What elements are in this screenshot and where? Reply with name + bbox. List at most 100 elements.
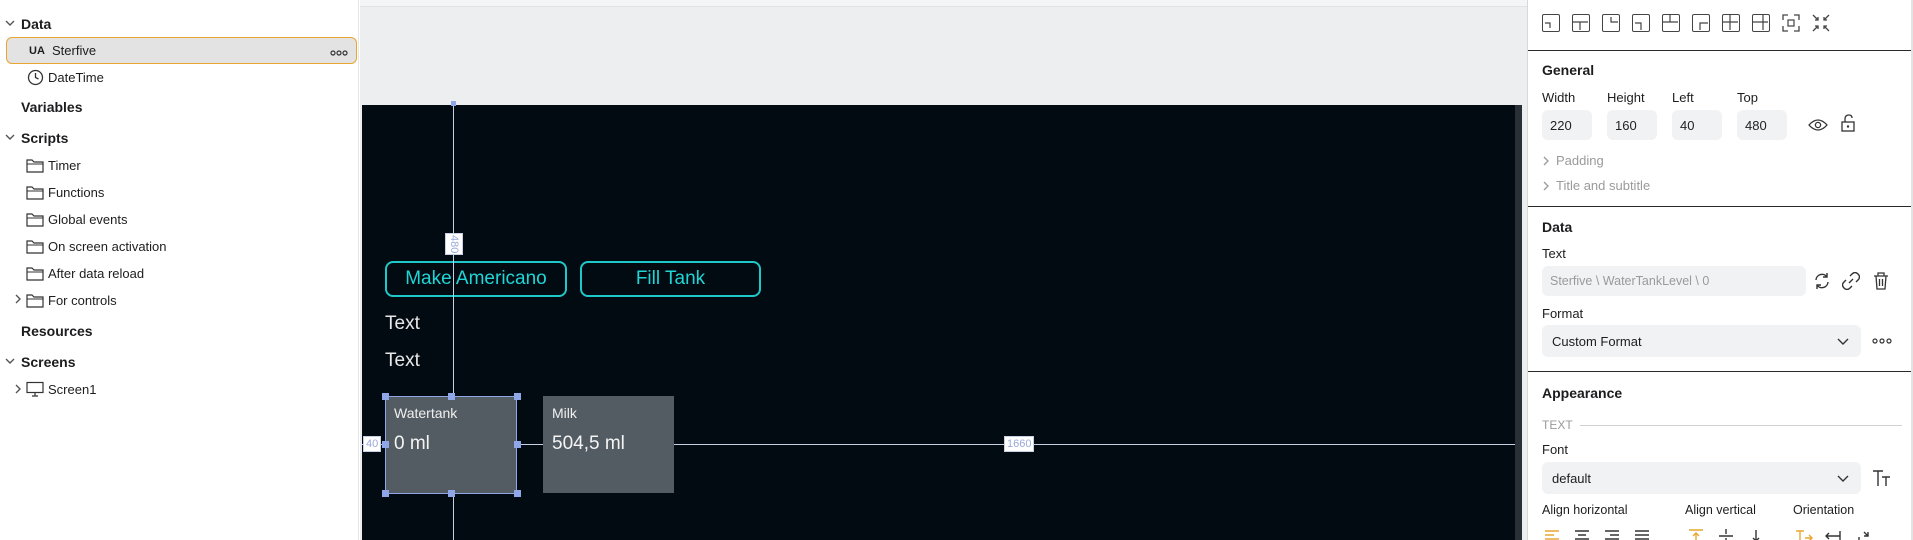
tree-item-label: DateTime [48, 69, 104, 85]
hmi-screen[interactable]: Make Americano Fill Tank Text Text 480 W… [362, 105, 1522, 540]
eye-icon[interactable] [1808, 115, 1828, 135]
screen-scrollbar[interactable] [1515, 105, 1522, 540]
align-bottom-center-icon[interactable] [1752, 14, 1770, 32]
font-select[interactable]: default [1542, 462, 1861, 494]
folder-icon [26, 156, 44, 174]
more-options-icon[interactable] [1872, 331, 1892, 351]
chevron-right-icon [1543, 181, 1549, 190]
guide-anchor [451, 101, 456, 106]
chevron-right-icon[interactable] [13, 384, 23, 397]
tree-section-resources[interactable]: Resources [0, 320, 93, 342]
chevron-down-icon[interactable] [0, 356, 20, 369]
resize-handle[interactable] [448, 393, 455, 400]
tree-section-label: Scripts [21, 130, 69, 146]
font-value: default [1552, 470, 1592, 486]
more-options-icon[interactable] [330, 44, 348, 60]
resize-handle[interactable] [382, 490, 389, 497]
orientation-rotated-icon[interactable] [1824, 526, 1844, 540]
expand-icon[interactable] [1782, 14, 1800, 32]
text-binding-input[interactable]: Sterfive \ WaterTankLevel \ 0 [1542, 266, 1806, 296]
tree-section-variables[interactable]: Variables [0, 96, 83, 118]
clock-icon [26, 68, 44, 86]
tree-item-global-events[interactable]: Global events [26, 208, 128, 230]
resize-handle[interactable] [514, 393, 521, 400]
chevron-down-icon [1837, 471, 1849, 486]
folder-icon [26, 264, 44, 282]
chevron-right-icon[interactable] [13, 294, 23, 307]
resize-handle[interactable] [382, 441, 389, 448]
make-americano-button[interactable]: Make Americano [385, 261, 567, 297]
tree-section-label: Variables [21, 99, 83, 115]
orientation-up-icon[interactable] [1854, 526, 1874, 540]
font-label: Font [1542, 442, 1569, 457]
unlock-icon[interactable] [1838, 113, 1858, 133]
divider [1528, 371, 1913, 372]
left-input[interactable]: 40 [1672, 110, 1722, 140]
format-select[interactable]: Custom Format [1542, 325, 1861, 357]
align-middle-icon[interactable] [1662, 14, 1680, 32]
align-top-right-icon[interactable] [1602, 14, 1620, 32]
align-justify-icon[interactable] [1632, 526, 1652, 540]
chevron-down-icon[interactable] [0, 132, 20, 145]
orientation-horizontal-icon[interactable] [1794, 526, 1814, 540]
tree-item-functions[interactable]: Functions [26, 181, 104, 203]
tree-section-screens[interactable]: Screens [0, 351, 75, 373]
refresh-icon[interactable] [1812, 271, 1832, 291]
tree-section-label: Data [21, 16, 52, 32]
trash-icon[interactable] [1871, 271, 1891, 291]
tree-item-label: Global events [48, 211, 128, 227]
align-right-icon[interactable] [1602, 526, 1622, 540]
data-title: Data [1542, 219, 1573, 235]
guide-horizontal [362, 444, 1522, 445]
align-bottom-icon[interactable] [1746, 526, 1766, 540]
tree-item-after-data-reload[interactable]: After data reload [26, 262, 144, 284]
left-label: Left [1672, 90, 1694, 105]
tree-item-datetime[interactable]: DateTime [26, 66, 104, 88]
tree-item-for-controls[interactable]: For controls [26, 289, 117, 311]
tree-item-screen1[interactable]: Screen1 [26, 378, 96, 400]
resize-handle[interactable] [448, 490, 455, 497]
align-top-icon[interactable] [1686, 526, 1706, 540]
chevron-down-icon[interactable] [0, 18, 20, 31]
link-icon[interactable] [1841, 271, 1861, 291]
align-top-left-icon[interactable] [1542, 14, 1560, 32]
title-subtitle-label: Title and subtitle [1556, 178, 1651, 193]
text-label-1[interactable]: Text [385, 313, 420, 335]
text-label-2[interactable]: Text [385, 350, 420, 372]
align-vertical-middle-icon[interactable] [1716, 526, 1736, 540]
design-canvas[interactable]: Make Americano Fill Tank Text Text 480 W… [360, 0, 1527, 540]
align-bottom-left-icon[interactable] [1722, 14, 1740, 32]
general-title: General [1542, 62, 1595, 78]
text-label: Text [1542, 246, 1566, 261]
chevron-right-icon [1543, 156, 1549, 165]
folder-icon [26, 291, 44, 309]
align-center-icon[interactable] [1572, 526, 1592, 540]
align-top-center-icon[interactable] [1572, 14, 1590, 32]
dimension-left-label: 40 [363, 436, 382, 452]
divider [1528, 206, 1913, 207]
layout-toolbar [1542, 14, 1830, 32]
appearance-title: Appearance [1542, 385, 1623, 401]
tree-item-timer[interactable]: Timer [26, 154, 81, 176]
shrink-icon[interactable] [1812, 14, 1830, 32]
padding-collapsible[interactable]: Padding [1542, 153, 1604, 168]
align-middle-left-icon[interactable] [1632, 14, 1650, 32]
milk-tile[interactable]: Milk 504,5 ml [543, 396, 674, 493]
tree-section-data[interactable]: Data [0, 13, 51, 35]
tree-item-on-screen-activation[interactable]: On screen activation [26, 235, 167, 257]
resize-handle[interactable] [382, 393, 389, 400]
align-left-icon[interactable] [1542, 526, 1562, 540]
tree-section-scripts[interactable]: Scripts [0, 127, 68, 149]
text-size-icon[interactable] [1872, 468, 1892, 488]
height-input[interactable]: 160 [1607, 110, 1657, 140]
tile-title: Milk [552, 405, 577, 421]
resize-handle[interactable] [514, 441, 521, 448]
fill-tank-button[interactable]: Fill Tank [580, 261, 761, 297]
width-input[interactable]: 220 [1542, 110, 1592, 140]
top-input[interactable]: 480 [1737, 110, 1787, 140]
title-subtitle-collapsible[interactable]: Title and subtitle [1542, 178, 1650, 193]
resize-handle[interactable] [514, 490, 521, 497]
tree-section-label: Screens [21, 354, 76, 370]
tree-item-sterfive[interactable]: UA Sterfive [6, 37, 357, 64]
align-middle-right-icon[interactable] [1692, 14, 1710, 32]
